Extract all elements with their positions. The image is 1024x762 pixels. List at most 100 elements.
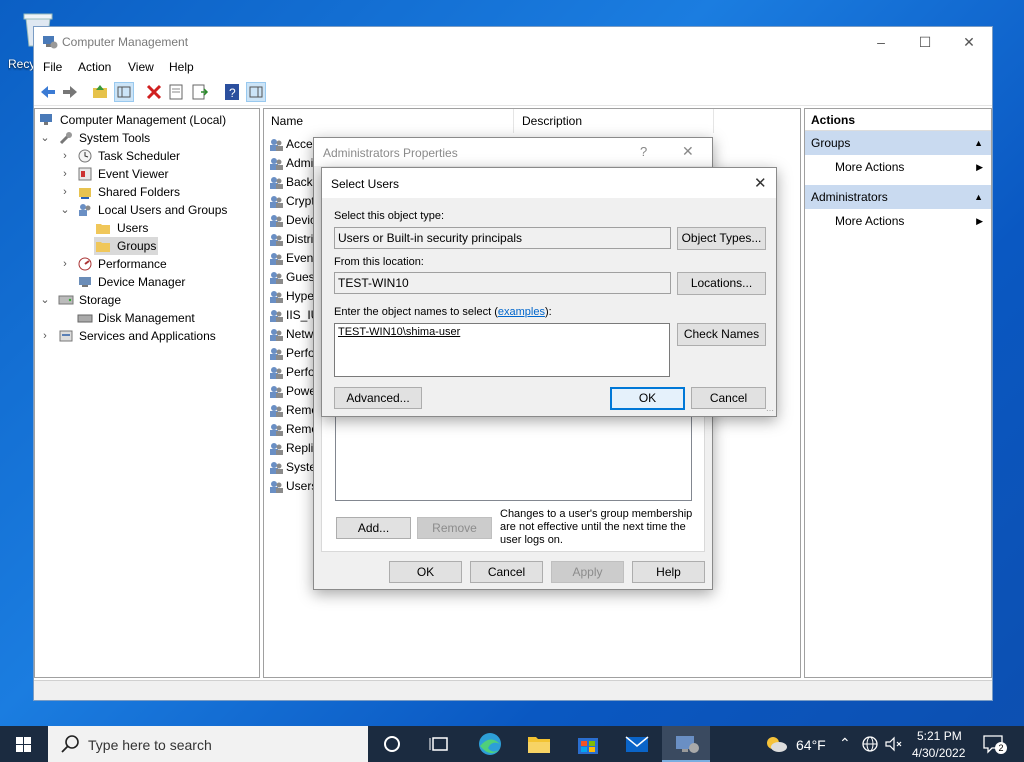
object-names-input[interactable]: TEST-WIN10\shima-user xyxy=(334,323,670,377)
note-line: are not effective until the next time th… xyxy=(500,521,686,533)
chevron-right-icon[interactable]: › xyxy=(59,255,71,273)
tree-label: Device Manager xyxy=(98,275,186,289)
up-folder-icon[interactable] xyxy=(90,82,110,102)
tree-label: Storage xyxy=(79,293,122,307)
dialog-title-bar[interactable]: Select Users ✕ xyxy=(322,168,776,198)
tree-local-users-groups[interactable]: ⌄ Local Users and Groups xyxy=(59,201,259,219)
column-header-description[interactable]: Description xyxy=(514,109,714,133)
chevron-right-icon[interactable]: › xyxy=(59,147,71,165)
check-names-button[interactable]: Check Names xyxy=(677,323,766,346)
list-item-label: Perfo xyxy=(286,365,315,379)
tree-groups[interactable]: Groups xyxy=(94,237,158,255)
tree-storage[interactable]: ⌄ Storage xyxy=(39,291,239,309)
mail-icon[interactable] xyxy=(613,726,661,762)
storage-icon xyxy=(58,292,74,308)
cancel-button[interactable]: Cancel xyxy=(691,387,766,409)
close-button[interactable]: ✕ xyxy=(946,27,992,57)
show-hide-console-tree-icon[interactable] xyxy=(114,82,134,102)
group-icon xyxy=(268,137,284,153)
chevron-down-icon[interactable]: ⌄ xyxy=(39,291,51,309)
tree-task-scheduler[interactable]: › Task Scheduler xyxy=(59,147,249,165)
search-box[interactable]: Type here to search xyxy=(48,726,368,762)
back-icon[interactable] xyxy=(38,82,58,102)
remove-button[interactable]: Remove xyxy=(417,517,492,539)
menu-action[interactable]: Action xyxy=(78,60,111,74)
tree-shared-folders[interactable]: › Shared Folders xyxy=(59,183,249,201)
forward-icon[interactable] xyxy=(60,82,80,102)
delete-icon[interactable] xyxy=(144,82,164,102)
group-icon xyxy=(268,346,284,362)
examples-link[interactable]: examples xyxy=(498,306,545,318)
close-icon[interactable]: ✕ xyxy=(682,143,694,160)
dialog-title-bar[interactable]: Administrators Properties ? ✕ xyxy=(314,138,712,166)
tree-label: Task Scheduler xyxy=(98,149,181,163)
menu-help[interactable]: Help xyxy=(169,60,194,74)
ok-button[interactable]: OK xyxy=(389,561,462,583)
chevron-right-icon[interactable]: › xyxy=(39,327,51,345)
chevron-right-icon[interactable]: › xyxy=(59,183,71,201)
collapse-up-icon[interactable]: ▲ xyxy=(974,131,983,155)
advanced-button[interactable]: Advanced... xyxy=(334,387,422,409)
list-item-label: Crypt xyxy=(286,194,315,208)
computer-management-taskbar-icon[interactable] xyxy=(662,726,710,762)
more-actions-administrators[interactable]: More Actions ▶ xyxy=(805,209,991,233)
members-list[interactable] xyxy=(335,413,692,501)
export-list-icon[interactable] xyxy=(190,82,210,102)
location-label: From this location: xyxy=(334,256,424,268)
collapse-up-icon[interactable]: ▲ xyxy=(974,185,983,209)
minimize-button[interactable]: – xyxy=(858,27,904,57)
computer-management-icon xyxy=(39,112,55,128)
chevron-down-icon[interactable]: ⌄ xyxy=(39,129,51,147)
show-hide-action-pane-icon[interactable] xyxy=(246,82,266,102)
notification-icon[interactable]: 2 xyxy=(982,733,1007,755)
object-type-label: Select this object type: xyxy=(334,210,445,222)
tree-event-viewer[interactable]: › Event Viewer xyxy=(59,165,249,183)
volume-muted-icon[interactable] xyxy=(884,735,904,756)
locations-button[interactable]: Locations... xyxy=(677,272,766,295)
weather-temperature[interactable]: 64°F xyxy=(796,737,826,753)
ok-button[interactable]: OK xyxy=(610,387,685,410)
task-view-icon[interactable] xyxy=(416,726,464,762)
tree-system-tools[interactable]: ⌄ System Tools xyxy=(39,129,239,147)
title-bar[interactable]: Computer Management – ☐ ✕ xyxy=(34,27,992,57)
resize-grip-icon[interactable]: ⋯ xyxy=(766,406,774,415)
chevron-right-icon[interactable]: › xyxy=(59,165,71,183)
weather-icon[interactable] xyxy=(764,735,788,756)
add-button[interactable]: Add... xyxy=(336,517,411,539)
store-icon[interactable] xyxy=(564,726,612,762)
tree-performance[interactable]: › Performance xyxy=(59,255,249,273)
object-types-button[interactable]: Object Types... xyxy=(677,227,766,250)
tree-users[interactable]: Users xyxy=(95,219,235,237)
services-icon xyxy=(58,328,74,344)
tree-disk-management[interactable]: Disk Management xyxy=(77,309,257,327)
chevron-up-icon[interactable]: ⌃ xyxy=(839,735,851,752)
help-icon[interactable]: ? xyxy=(222,82,242,102)
more-actions-groups[interactable]: More Actions ▶ xyxy=(805,155,991,179)
menu-view[interactable]: View xyxy=(128,60,154,74)
maximize-button[interactable]: ☐ xyxy=(902,27,948,57)
folder-icon xyxy=(95,238,111,254)
cancel-button[interactable]: Cancel xyxy=(470,561,543,583)
clock-time[interactable]: 5:21 PM xyxy=(917,729,962,743)
actions-section-administrators[interactable]: Administrators ▲ xyxy=(805,185,991,209)
properties-icon[interactable] xyxy=(166,82,186,102)
file-explorer-icon[interactable] xyxy=(515,726,563,762)
close-icon[interactable]: ✕ xyxy=(754,174,767,192)
toolbar: ? xyxy=(34,78,992,106)
svg-text:?: ? xyxy=(229,86,236,100)
help-button[interactable]: Help xyxy=(632,561,705,583)
menu-file[interactable]: File xyxy=(43,60,62,74)
start-button[interactable] xyxy=(0,726,48,762)
users-group-icon xyxy=(77,202,93,218)
help-question-icon[interactable]: ? xyxy=(640,144,647,159)
tree-services-apps[interactable]: › Services and Applications xyxy=(39,327,254,345)
tree-label: Disk Management xyxy=(98,311,195,325)
edge-icon[interactable] xyxy=(466,726,514,762)
actions-section-groups[interactable]: Groups ▲ xyxy=(805,131,991,155)
chevron-down-icon[interactable]: ⌄ xyxy=(59,201,71,219)
cortana-icon[interactable] xyxy=(368,726,416,762)
network-icon[interactable] xyxy=(861,735,879,756)
clock-date[interactable]: 4/30/2022 xyxy=(912,746,965,760)
tree-device-manager[interactable]: Device Manager xyxy=(77,273,257,291)
apply-button[interactable]: Apply xyxy=(551,561,624,583)
